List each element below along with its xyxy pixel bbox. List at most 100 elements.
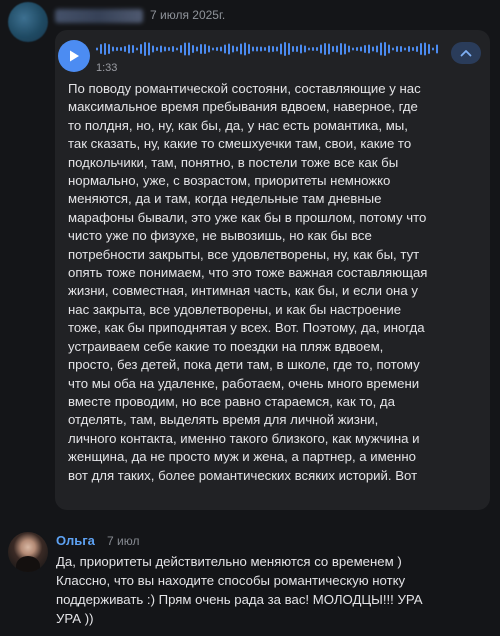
play-button[interactable] <box>58 40 90 72</box>
waveform-bar <box>264 47 266 51</box>
waveform-bar <box>216 47 218 51</box>
waveform-bar <box>184 42 186 56</box>
transcript-line: подкольчики, там, понятно, в постели тож… <box>68 154 399 170</box>
waveform-bar <box>292 46 294 52</box>
waveform-bar <box>244 42 246 56</box>
waveform-bar <box>204 44 206 54</box>
waveform-bar <box>424 42 426 56</box>
waveform-bar <box>272 46 274 52</box>
waveform-bar <box>196 46 198 52</box>
waveform-bar <box>412 47 414 51</box>
waveform-bar <box>96 47 98 51</box>
waveform-bar <box>392 47 394 51</box>
voice-message-post: 7 июля 2025г. 1:33 По поводу романтическ… <box>0 0 500 516</box>
waveform-bar <box>432 47 434 51</box>
waveform-bar <box>160 45 162 53</box>
post-date: 7 июля 2025г. <box>150 8 226 22</box>
waveform-bar <box>108 44 110 54</box>
waveform-bar <box>156 47 158 51</box>
transcript-line: устраиваем себе какие то поездки на пляж… <box>68 338 384 354</box>
waveform-bar <box>328 43 330 55</box>
waveform-bar <box>312 47 314 51</box>
reply-line: поддерживать :) Прям очень рада за вас! … <box>56 592 423 607</box>
waveform-bar <box>436 44 438 54</box>
transcript-line: нас закрыта, все удовлетворены, и как бы… <box>68 301 402 317</box>
waveform-bar <box>168 47 170 51</box>
waveform-bar <box>388 44 390 54</box>
waveform-bar <box>220 46 222 52</box>
reply-line: Да, приоритеты действительно меняются со… <box>56 554 402 569</box>
transcript-line: чисто уже по физухе, не вывозишь, но как… <box>68 228 372 244</box>
waveform-bar <box>284 42 286 56</box>
audio-waveform[interactable] <box>96 38 441 60</box>
waveform-bar <box>248 44 250 54</box>
waveform-bar <box>396 46 398 52</box>
transcript-line: вместе проводим, но все равно стараемся,… <box>68 393 395 409</box>
waveform-bar <box>128 44 130 54</box>
waveform-bar <box>116 47 118 51</box>
waveform-bar <box>188 42 190 56</box>
reply-line: Классно, что вы находите способы романти… <box>56 573 406 588</box>
waveform-bar <box>100 44 102 54</box>
waveform-bar <box>280 43 282 55</box>
reply-text: Да, приоритеты действительно меняются со… <box>56 552 500 628</box>
waveform-bar <box>428 44 430 54</box>
transcript-line: По поводу романтической состояни, состав… <box>68 81 421 96</box>
transcript-line: меняются, да и там, когда недельные там … <box>68 191 382 207</box>
waveform-bar <box>236 46 238 52</box>
waveform-bar <box>140 44 142 54</box>
waveform-bar <box>120 47 122 51</box>
transcript-line: личного контакта, именно такого близкого… <box>68 430 420 446</box>
waveform-bar <box>180 45 182 53</box>
waveform-bar <box>288 43 290 55</box>
waveform-bar <box>404 47 406 51</box>
waveform-bar <box>104 43 106 55</box>
waveform-bar <box>420 43 422 55</box>
waveform-bar <box>212 47 214 51</box>
play-icon <box>70 50 79 62</box>
waveform-bar <box>416 46 418 52</box>
collapse-transcript-button[interactable] <box>451 42 481 64</box>
reply-author-avatar[interactable] <box>8 532 48 572</box>
waveform-bar <box>324 43 326 55</box>
waveform-bar <box>152 45 154 53</box>
waveform-bar <box>208 45 210 53</box>
waveform-bar <box>240 43 242 55</box>
waveform-bar <box>228 43 230 55</box>
waveform-bar <box>296 46 298 52</box>
waveform-bar <box>304 45 306 53</box>
transcript-line: жизни, совместная, интимная часть, как б… <box>68 283 418 299</box>
waveform-bar <box>164 46 166 52</box>
waveform-bar <box>400 46 402 52</box>
transcript-line: марафоны бывали, это уже как бы в прошло… <box>68 209 427 225</box>
transcript-line: опять тоже понимаем, что это тоже важная… <box>68 265 428 281</box>
voice-transcript: По поводу романтической состояни, состав… <box>68 80 484 485</box>
transcript-line: потребности закрыты, все удовлетворены, … <box>68 246 420 262</box>
waveform-bar <box>148 42 150 56</box>
audio-duration: 1:33 <box>96 62 118 74</box>
transcript-line: вот для таких, более романтических всяки… <box>68 467 418 483</box>
waveform-bar <box>260 46 262 52</box>
waveform-bar <box>252 46 254 52</box>
reply-author-name[interactable]: Ольга <box>56 533 95 548</box>
waveform-bar <box>136 47 138 51</box>
transcript-line: отделять, там, выделять время для личной… <box>68 412 379 428</box>
chevron-up-icon <box>460 50 472 57</box>
transcript-line: так сказать, ну, какие то смешхуечки там… <box>68 136 412 152</box>
reply-line: УРА )) <box>56 611 94 626</box>
waveform-bar <box>376 45 378 53</box>
transcript-line: максимальное время пребывания вдвоем, на… <box>68 99 418 115</box>
waveform-bar <box>232 45 234 53</box>
waveform-bar <box>112 46 114 52</box>
waveform-bar <box>372 46 374 52</box>
waveform-bar <box>224 44 226 54</box>
waveform-bar <box>364 45 366 53</box>
waveform-bar <box>352 47 354 51</box>
waveform-bar <box>368 44 370 54</box>
transcript-line: нормально, уже, с возрастом, приоритеты … <box>68 173 391 189</box>
waveform-bar <box>348 45 350 53</box>
reply-date: 7 июл <box>107 534 140 548</box>
author-name-blurred[interactable] <box>55 9 143 23</box>
author-avatar[interactable] <box>8 2 48 42</box>
waveform-bar <box>316 47 318 51</box>
